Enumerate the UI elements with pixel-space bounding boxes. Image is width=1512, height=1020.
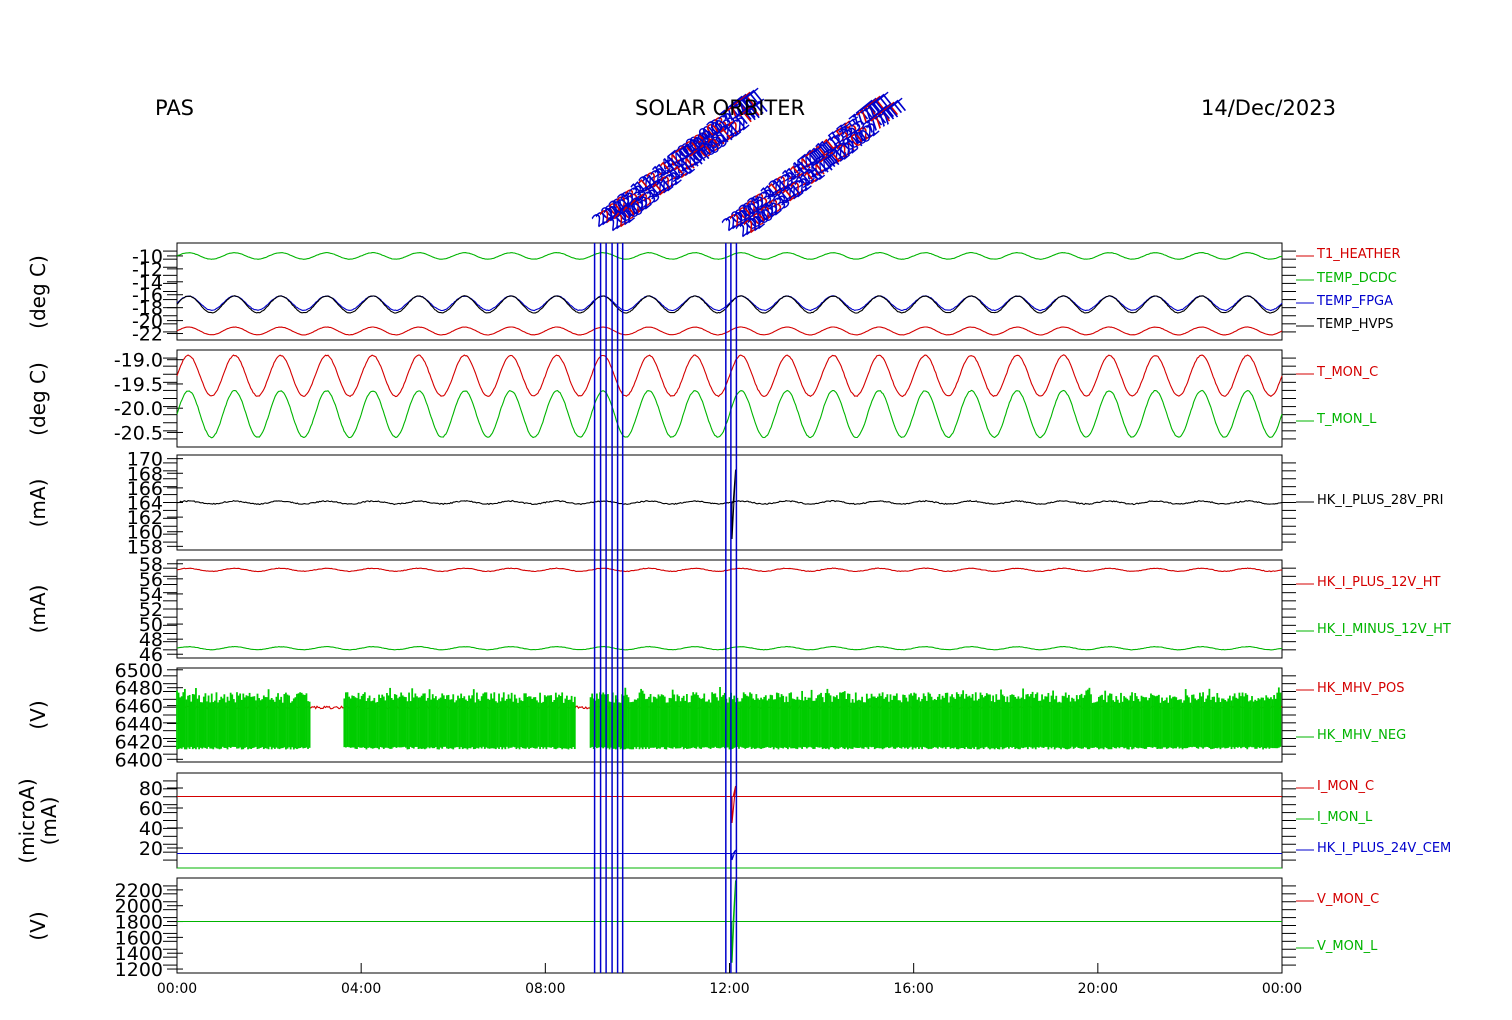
y-tick-label: -19.5	[114, 374, 163, 396]
legend-v_mon_c: V_MON_C	[1317, 892, 1380, 907]
event-markers	[593, 243, 738, 973]
y-tick-label: -22	[132, 324, 163, 346]
y-axis-label: (V)	[26, 910, 50, 941]
panel-temps: -10-12-14-16-18-20-22	[132, 242, 1314, 346]
panel-vmon: 120014001600180020002200	[115, 877, 1314, 981]
instrument-label: PAS	[155, 96, 195, 120]
legend-hk_mhv_pos: HK_MHV_POS	[1317, 681, 1405, 696]
x-tick-label: 08:00	[525, 981, 566, 997]
panel-frame	[176, 559, 1283, 659]
x-tick-label: 16:00	[893, 981, 934, 997]
legend-hk_i_plus_24v_cem: HK_I_PLUS_24V_CEM	[1317, 841, 1452, 856]
series-I_MON_C	[177, 785, 1282, 824]
legend-t_mon_l: T_MON_L	[1317, 412, 1377, 427]
legend-i_mon_c: I_MON_C	[1317, 779, 1375, 794]
y-tick-label: 60	[139, 798, 163, 820]
legend-i_mon_l: I_MON_L	[1317, 810, 1373, 825]
legend-temp_fpga: TEMP_FPGA	[1317, 294, 1393, 309]
y-tick-label: -19.0	[114, 350, 163, 372]
y-tick-label: -20.5	[114, 422, 163, 444]
series-T_MON_L	[176, 389, 1283, 439]
y-tick-label: 170	[127, 449, 163, 471]
x-tick-label: 00:00	[1261, 981, 1303, 997]
legend-hk_i_minus_12v_ht: HK_I_MINUS_12V_HT	[1317, 622, 1451, 637]
date-label: 14/Dec/2023	[1201, 96, 1336, 120]
legend-t_mon_c: T_MON_C	[1317, 365, 1379, 380]
x-tick-label: 04:00	[340, 981, 382, 997]
legend-t1_heather: T1_HEATHER	[1317, 247, 1401, 262]
x-tick-label: 20:00	[1077, 981, 1119, 997]
panel-frame	[176, 877, 1283, 974]
legend-hk_mhv_neg: HK_MHV_NEG	[1317, 728, 1407, 743]
panel-mhv: 640064206440646064806500	[115, 660, 1314, 771]
series-HK_I_PLUS_12V_HT	[176, 567, 1283, 573]
series-HK_I_MINUS_12V_HT	[176, 645, 1283, 651]
y-axis-label: (mA)	[26, 478, 50, 527]
legend-hk_i_plus_12v_ht: HK_I_PLUS_12V_HT	[1317, 575, 1441, 590]
y-axis-label: (deg C)	[26, 254, 50, 329]
series-HK_I_PLUS_28V_PRI	[176, 469, 1283, 540]
x-tick-label: 12:00	[709, 981, 750, 997]
series-HK_I_PLUS_24V_CEM	[177, 849, 1282, 861]
panel-tmon: -19.0-19.5-20.0-20.5	[114, 349, 1314, 448]
legend-v_mon_l: V_MON_L	[1317, 939, 1378, 954]
panel-i28: 158160162164166168170	[127, 449, 1314, 558]
y-axis-label: (V)	[26, 700, 50, 730]
y-tick-label: 80	[139, 778, 163, 800]
y-tick-label: 20	[139, 838, 163, 860]
series-V_MON_L	[177, 880, 1282, 963]
y-axis-label: (microA) (mA)	[15, 777, 61, 864]
series-T1_HEATHER	[176, 326, 1283, 336]
x-tick-label: 00:00	[156, 981, 198, 997]
series-TEMP_FPGA	[176, 295, 1283, 312]
series-TEMP_DCDC	[176, 251, 1283, 260]
y-tick-label: 40	[139, 818, 163, 840]
y-tick-label: -20.0	[114, 398, 163, 420]
series-HK_MHV_NEG	[176, 687, 1282, 750]
legend-temp_dcdc: TEMP_DCDC	[1317, 271, 1397, 286]
legend-temp_hvps: TEMP_HVPS	[1317, 317, 1394, 332]
mission-label: SOLAR ORBITER	[635, 96, 806, 120]
y-axis-label: (mA)	[26, 584, 50, 634]
series-T_MON_C	[176, 354, 1283, 398]
y-axis-label: (deg C)	[26, 361, 50, 436]
y-tick-label: 2200	[115, 880, 163, 902]
y-tick-label: 58	[139, 554, 163, 576]
housekeeping-plot: -10-12-14-16-18-20-22-19.0-19.5-20.0-20.…	[114, 85, 1314, 981]
y-tick-label: 6500	[115, 660, 163, 682]
legend-hk_i_plus_28v_pri: HK_I_PLUS_28V_PRI	[1317, 493, 1444, 508]
